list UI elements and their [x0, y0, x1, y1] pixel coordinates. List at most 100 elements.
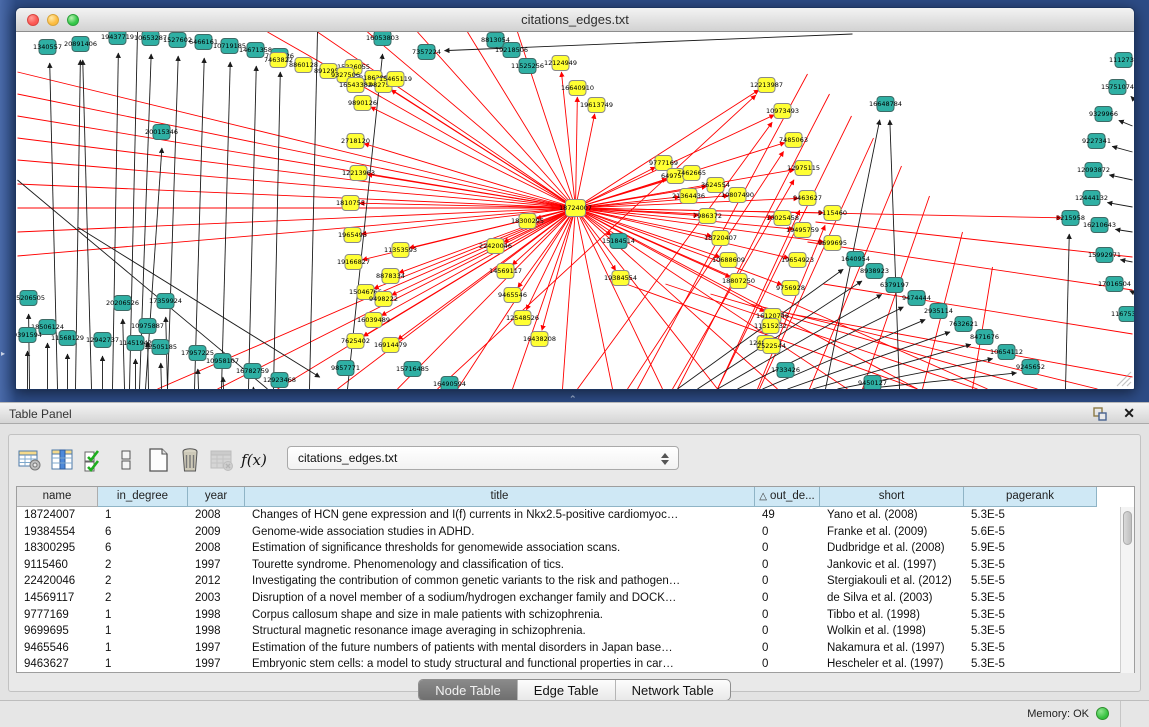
table-cell[interactable]: Corpus callosum shape and size in male p… — [245, 607, 755, 624]
graph-node-8938923[interactable]: 8938923 — [860, 264, 889, 279]
select-columns-button[interactable] — [47, 446, 77, 474]
table-cell[interactable]: 0 — [755, 607, 820, 624]
table-cell[interactable]: 2008 — [188, 540, 245, 557]
citation-edge[interactable] — [367, 174, 575, 208]
table-cell[interactable]: 2012 — [188, 573, 245, 590]
node-table[interactable]: namein_degreeyeartitle△out_de...shortpag… — [16, 486, 1135, 673]
graph-node-9699695[interactable]: 9699695 — [818, 236, 847, 251]
table-cell[interactable]: 0 — [755, 573, 820, 590]
graph-node-9227341[interactable]: 9227341 — [1082, 134, 1111, 149]
graph-node-14569117[interactable]: 14569117 — [489, 264, 522, 279]
graph-node-15992971[interactable]: 15992971 — [1088, 248, 1121, 263]
graph-node-16210643[interactable]: 16210643 — [1083, 218, 1116, 233]
edge[interactable] — [813, 344, 971, 389]
panel-resize-handle-icon[interactable]: ▸ — [1, 348, 10, 359]
table-cell[interactable]: 1 — [98, 507, 188, 524]
table-cell[interactable]: 9699695 — [17, 623, 98, 640]
graph-node-8471676[interactable]: 8471676 — [970, 330, 999, 345]
table-cell[interactable]: Structural magnetic resonance image aver… — [245, 623, 755, 640]
graph-node-12942737[interactable]: 12942737 — [86, 333, 119, 348]
graph-node-19437719[interactable]: 19437719 — [101, 32, 134, 45]
edge[interactable] — [310, 32, 318, 389]
edge[interactable] — [223, 377, 224, 389]
graph-node-16039489[interactable]: 16039489 — [357, 313, 390, 328]
graph-node-17359924[interactable]: 17359924 — [149, 294, 182, 309]
table-cell[interactable]: Hescheler et al. (1997) — [820, 656, 964, 673]
edge[interactable] — [161, 363, 162, 389]
table-cell[interactable]: 2 — [98, 557, 188, 574]
edge[interactable] — [222, 62, 231, 389]
table-cell[interactable]: 1997 — [188, 656, 245, 673]
select-all-rows-button[interactable] — [79, 446, 109, 474]
tab-edge-table[interactable]: Edge Table — [518, 680, 616, 700]
import-table-button[interactable] — [207, 446, 237, 474]
edge[interactable] — [1112, 146, 1132, 152]
table-cell[interactable]: de Silva et al. (2003) — [820, 590, 964, 607]
column-header-in_degree[interactable]: in_degree — [98, 487, 188, 507]
graph-node-1527602[interactable]: 1527602 — [163, 33, 192, 48]
graph-node-12548526[interactable]: 12548526 — [506, 311, 539, 326]
graph-node-10975887[interactable]: 10975887 — [131, 319, 164, 334]
table-cell[interactable]: 0 — [755, 640, 820, 657]
table-cell[interactable]: 1 — [98, 623, 188, 640]
table-cell[interactable]: Jankovic et al. (1997) — [820, 557, 964, 574]
table-row[interactable]: 1456911722003Disruption of a novel membe… — [17, 590, 1134, 607]
new-table-button[interactable] — [143, 446, 173, 474]
table-cell[interactable]: 9115460 — [17, 557, 98, 574]
citation-edge[interactable] — [576, 97, 578, 208]
table-cell[interactable]: 0 — [755, 656, 820, 673]
graph-node-11525256[interactable]: 11525256 — [511, 59, 544, 74]
table-cell[interactable]: Disruption of a novel member of a sodium… — [245, 590, 755, 607]
table-cell[interactable]: 9463627 — [17, 656, 98, 673]
citation-edge[interactable] — [398, 208, 576, 389]
table-settings-button[interactable] — [15, 446, 45, 474]
table-cell[interactable]: 5.3E-5 — [964, 640, 1097, 657]
table-cell[interactable]: Changes of HCN gene expression and I(f) … — [245, 507, 755, 524]
edge[interactable] — [195, 58, 205, 389]
graph-node-12975115[interactable]: 12975115 — [787, 161, 820, 176]
table-cell[interactable]: 1 — [98, 640, 188, 657]
graph-node-11353593[interactable]: 11353593 — [384, 243, 417, 258]
edge[interactable] — [1115, 229, 1132, 232]
table-cell[interactable]: Nakamura et al. (1997) — [820, 640, 964, 657]
edge[interactable] — [718, 294, 882, 389]
table-cell[interactable]: 5.6E-5 — [964, 524, 1097, 541]
table-cell[interactable]: Tibbo et al. (1998) — [820, 607, 964, 624]
table-cell[interactable]: 5.3E-5 — [964, 656, 1097, 673]
edge[interactable] — [1119, 120, 1133, 126]
table-cell[interactable]: 5.5E-5 — [964, 573, 1097, 590]
table-cell[interactable]: 6 — [98, 540, 188, 557]
edge[interactable] — [29, 314, 30, 389]
function-builder-button[interactable]: f(x) — [239, 446, 269, 474]
network-graph-canvas[interactable]: 1340557208914061943771910653287152760264… — [16, 32, 1134, 389]
graph-node-1112733[interactable]: 1112733 — [1109, 53, 1134, 68]
window-titlebar[interactable]: citations_edges.txt — [16, 8, 1134, 32]
table-row[interactable]: 946554611997Estimation of the future num… — [17, 640, 1134, 657]
table-cell[interactable]: 22420046 — [17, 573, 98, 590]
table-cell[interactable]: 9777169 — [17, 607, 98, 624]
row-height-button[interactable] — [111, 446, 141, 474]
table-cell[interactable]: 1997 — [188, 640, 245, 657]
table-row[interactable]: 1872400712008Changes of HCN gene express… — [17, 507, 1134, 524]
column-header-pagerank[interactable]: pagerank — [964, 487, 1097, 507]
graph-node-18720407[interactable]: 18720407 — [704, 231, 737, 246]
edge[interactable] — [1130, 291, 1133, 292]
edge[interactable] — [1109, 175, 1132, 180]
citation-edge[interactable] — [18, 138, 576, 208]
edge[interactable] — [168, 56, 179, 389]
graph-node-19495759[interactable]: 19495759 — [786, 223, 819, 238]
graph-node-20891406[interactable]: 20891406 — [64, 37, 97, 52]
scrollbar-thumb[interactable] — [1123, 511, 1132, 545]
graph-node-21364436[interactable]: 21364436 — [672, 189, 705, 204]
edge[interactable] — [198, 369, 199, 389]
table-cell[interactable]: 18724007 — [17, 507, 98, 524]
edge[interactable] — [1120, 260, 1132, 262]
graph-node-9463627[interactable]: 9463627 — [793, 191, 822, 206]
table-cell[interactable]: 19384554 — [17, 524, 98, 541]
table-cell[interactable]: 2009 — [188, 524, 245, 541]
table-cell[interactable]: 5.3E-5 — [964, 557, 1097, 574]
delete-table-button[interactable] — [175, 446, 205, 474]
table-cell[interactable]: 2008 — [188, 507, 245, 524]
citation-edge[interactable] — [576, 114, 595, 208]
graph-node-2935114[interactable]: 2935114 — [924, 304, 953, 319]
